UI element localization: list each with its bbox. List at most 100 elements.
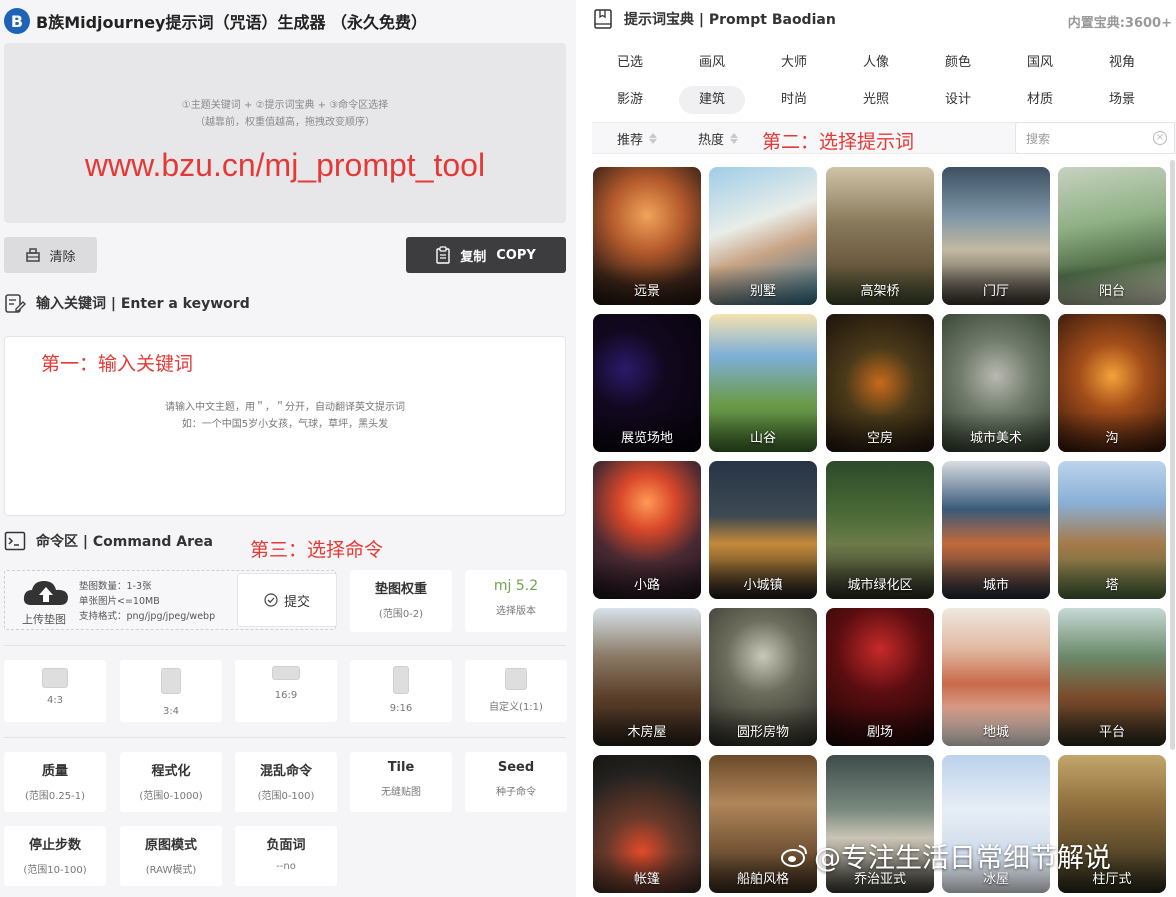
prompt-tile[interactable]: 沟 bbox=[1058, 314, 1166, 452]
param-label: 质量 bbox=[41, 764, 68, 779]
tab-lighting[interactable]: 光照 bbox=[843, 86, 909, 114]
quality-param[interactable]: 质量 (范围0.25-1) bbox=[4, 752, 106, 812]
tab-portrait[interactable]: 人像 bbox=[843, 49, 909, 77]
prompt-tile[interactable]: 塔 bbox=[1058, 461, 1166, 599]
prompt-tile[interactable]: 山谷 bbox=[709, 314, 817, 452]
tab-games[interactable]: 影游 bbox=[597, 86, 663, 114]
tile-label: 展览场地 bbox=[620, 431, 673, 446]
upload-info-count: 垫图数量：1-3张 bbox=[79, 581, 152, 592]
tab-painting-style[interactable]: 画风 bbox=[679, 49, 745, 77]
aspect-ratio-9-16[interactable]: 9:16 bbox=[350, 660, 452, 722]
left-pane: B B族Midjourney提示词（咒语）生成器 （永久免费） ①主题关键词 +… bbox=[0, 0, 576, 897]
ratio-landscape-icon bbox=[42, 668, 68, 688]
submit-button[interactable]: 提交 bbox=[237, 573, 337, 627]
negative-prompt-param[interactable]: 负面词 --no bbox=[235, 826, 337, 886]
prompt-tile[interactable]: 平台 bbox=[1058, 608, 1166, 746]
tile-label: 帐篷 bbox=[633, 872, 660, 887]
aspect-ratio-label: 3:4 bbox=[162, 706, 180, 717]
copy-icon bbox=[436, 246, 450, 264]
tab-selected[interactable]: 已选 bbox=[597, 49, 663, 77]
upload-info-size: 单张图片<=10MB bbox=[79, 596, 160, 607]
tile-label: 别墅 bbox=[749, 284, 776, 299]
stylize-param[interactable]: 程式化 (范围0-1000) bbox=[120, 752, 222, 812]
stop-param[interactable]: 停止步数 (范围10-100) bbox=[4, 826, 106, 886]
clear-search-icon[interactable]: × bbox=[1153, 131, 1167, 145]
prompt-tile[interactable]: 别墅 bbox=[709, 167, 817, 305]
prompt-tile[interactable]: 远景 bbox=[593, 167, 701, 305]
tile-label: 城市绿化区 bbox=[847, 578, 913, 593]
aspect-ratio-3-4[interactable]: 3:4 bbox=[120, 660, 222, 722]
tile-label: 空房 bbox=[866, 431, 893, 446]
baodian-annotation: 第二：选择提示词 bbox=[762, 131, 915, 153]
param-range: 无缝贴图 bbox=[381, 787, 421, 798]
scrollbar[interactable] bbox=[1170, 160, 1175, 750]
tab-perspective[interactable]: 视角 bbox=[1089, 49, 1155, 77]
tab-fashion[interactable]: 时尚 bbox=[761, 86, 827, 114]
prompt-tile[interactable]: 城市 bbox=[942, 461, 1050, 599]
chaos-param[interactable]: 混乱命令 (范围0-100) bbox=[235, 752, 337, 812]
search-input[interactable] bbox=[1026, 129, 1146, 149]
prompt-tile[interactable]: 剧场 bbox=[826, 608, 934, 746]
tile-label: 城市 bbox=[982, 578, 1009, 593]
prompt-tile[interactable]: 高架桥 bbox=[826, 167, 934, 305]
prompt-tile[interactable]: 地城 bbox=[942, 608, 1050, 746]
copy-button[interactable]: 复制 COPY bbox=[406, 237, 566, 273]
ratio-square-icon bbox=[505, 668, 527, 690]
version-select[interactable]: mj 5.2 选择版本 bbox=[465, 570, 567, 632]
prompt-tile[interactable]: 帐篷 bbox=[593, 755, 701, 893]
keyword-placeholder-line2: 如：一个中国5岁小女孩，气球，草坪，黑头发 bbox=[181, 419, 389, 430]
param-range: 种子命令 bbox=[496, 787, 536, 798]
tab-architecture[interactable]: 建筑 bbox=[679, 86, 745, 114]
seed-param[interactable]: Seed 种子命令 bbox=[465, 752, 567, 812]
tab-master[interactable]: 大师 bbox=[761, 49, 827, 77]
submit-label: 提交 bbox=[283, 594, 310, 610]
aspect-ratio-16-9[interactable]: 16:9 bbox=[235, 660, 337, 722]
prompt-tile[interactable]: 城市绿化区 bbox=[826, 461, 934, 599]
sort-popularity[interactable]: 热度 bbox=[698, 123, 739, 153]
copy-label-en: COPY bbox=[496, 247, 536, 263]
clear-label: 清除 bbox=[49, 249, 76, 265]
tab-chinese-style[interactable]: 国风 bbox=[1007, 49, 1073, 77]
prompt-tile[interactable]: 展览场地 bbox=[593, 314, 701, 452]
copy-label: 复制 bbox=[460, 249, 487, 265]
aspect-ratio-4-3[interactable]: 4:3 bbox=[4, 660, 106, 722]
keyword-input[interactable]: 第一：输入关键词 请输入中文主题，用＂，＂分开，自动翻译英文提示词 如：一个中国… bbox=[4, 336, 566, 516]
prompt-tile[interactable]: 门厅 bbox=[942, 167, 1050, 305]
raw-mode-param[interactable]: 原图模式 (RAW模式) bbox=[120, 826, 222, 886]
param-range: (范围0-1000) bbox=[139, 791, 203, 802]
url-annotation: www.bzu.cn/mj_prompt_tool bbox=[84, 147, 486, 183]
param-range: (范围0.25-1) bbox=[24, 791, 86, 802]
tab-material[interactable]: 材质 bbox=[1007, 86, 1073, 114]
sort-arrows-icon bbox=[730, 132, 739, 144]
prompt-output-box[interactable]: ①主题关键词 + ②提示词宝典 + ③命令区选择 （越靠前，权重值越高，拖拽改变… bbox=[4, 43, 566, 223]
tab-design[interactable]: 设计 bbox=[925, 86, 991, 114]
cloud-upload-icon bbox=[23, 581, 68, 605]
weibo-logo-icon bbox=[781, 844, 807, 867]
tab-color[interactable]: 颜色 bbox=[925, 49, 991, 77]
prompt-tile-grid: 远景 别墅 高架桥 门厅 阳台展览场地 山谷 空房 城市美术 沟小路 小城镇 城市绿化区 城市 塔木房屋… bbox=[592, 166, 1168, 897]
image-weight-button[interactable]: 垫图权重 (范围0-2) bbox=[350, 570, 452, 632]
upload-image-area[interactable]: 上传垫图 垫图数量：1-3张 单张图片<=10MB 支持格式：png/jpg/j… bbox=[4, 570, 337, 630]
sort-recommend[interactable]: 推荐 bbox=[617, 123, 658, 153]
tile-param[interactable]: Tile 无缝贴图 bbox=[350, 752, 452, 812]
prompt-tile[interactable]: 城市美术 bbox=[942, 314, 1050, 452]
param-label: 负面词 bbox=[266, 838, 306, 853]
tile-label: 门厅 bbox=[982, 284, 1009, 299]
prompt-tile[interactable]: 空房 bbox=[826, 314, 934, 452]
version-label: 选择版本 bbox=[496, 606, 536, 617]
tile-label: 高架桥 bbox=[860, 284, 900, 299]
command-section-header: 命令区 | Command Area bbox=[4, 530, 213, 552]
clear-button[interactable]: 清除 bbox=[4, 237, 97, 273]
tile-label: 城市美术 bbox=[969, 431, 1022, 446]
tab-scene[interactable]: 场景 bbox=[1089, 86, 1155, 114]
prompt-hint-line2: （越靠前，权重值越高，拖拽改变顺序） bbox=[195, 117, 375, 128]
keyword-placeholder-line1: 请输入中文主题，用＂，＂分开，自动翻译英文提示词 bbox=[165, 402, 405, 413]
prompt-tile[interactable]: 小城镇 bbox=[709, 461, 817, 599]
ratio-tall-icon bbox=[393, 666, 409, 694]
prompt-tile[interactable]: 小路 bbox=[593, 461, 701, 599]
prompt-tile[interactable]: 木房屋 bbox=[593, 608, 701, 746]
aspect-ratio-custom[interactable]: 自定义(1:1) bbox=[465, 660, 567, 722]
prompt-tile[interactable]: 圆形房物 bbox=[709, 608, 817, 746]
prompt-tile[interactable]: 阳台 bbox=[1058, 167, 1166, 305]
tile-label: 山谷 bbox=[749, 431, 776, 446]
